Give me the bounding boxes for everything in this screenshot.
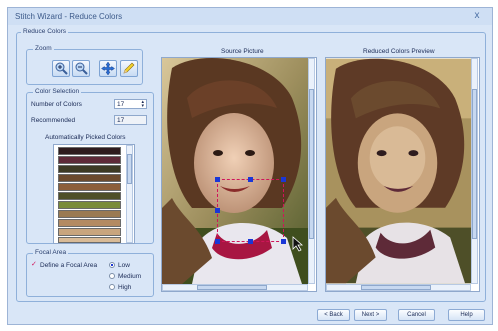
zoom-out-icon xyxy=(75,62,88,75)
number-of-colors-label: Number of Colors xyxy=(31,101,82,108)
source-photo xyxy=(162,58,308,284)
reduce-colors-label: Reduce Colors xyxy=(21,28,68,35)
color-swatch-4[interactable] xyxy=(58,174,121,182)
preview-vscroll-thumb[interactable] xyxy=(472,89,477,239)
focal-low-label[interactable]: Low xyxy=(118,262,130,269)
pencil-button[interactable] xyxy=(120,60,138,77)
title-bar: Stitch Wizard - Reduce Colors x xyxy=(8,8,492,25)
color-swatch-5[interactable] xyxy=(58,183,121,191)
source-vscroll-thumb[interactable] xyxy=(309,89,314,239)
focal-high-label[interactable]: High xyxy=(118,284,131,291)
define-focal-area-label[interactable]: Define a Focal Area xyxy=(40,262,97,269)
source-hscroll-thumb[interactable] xyxy=(197,285,267,290)
define-focal-area-checkbox[interactable]: ✓ xyxy=(31,261,38,268)
swatch-list-scroll-thumb[interactable] xyxy=(127,154,132,184)
pan-icon xyxy=(101,61,115,76)
preview-hscroll[interactable] xyxy=(326,284,471,291)
color-swatch-7[interactable] xyxy=(58,201,121,209)
next-button[interactable]: Next > xyxy=(354,309,387,321)
swatch-list[interactable] xyxy=(53,144,135,244)
focal-area-label: Focal Area xyxy=(33,249,69,256)
color-selection-label: Color Selection xyxy=(33,88,82,95)
color-swatch-9[interactable] xyxy=(58,219,121,227)
selection-handle-tl[interactable] xyxy=(215,177,220,182)
help-button[interactable]: Help xyxy=(448,309,485,321)
stitch-wizard-window: Stitch Wizard - Reduce Colors x Reduce C… xyxy=(7,7,493,325)
source-hscroll[interactable] xyxy=(162,284,308,291)
zoom-label: Zoom xyxy=(33,45,54,52)
zoom-in-button[interactable] xyxy=(52,60,70,77)
source-picture-panel[interactable] xyxy=(161,57,317,292)
recommended-value: 17 xyxy=(117,117,125,124)
preview-label: Reduced Colors Preview xyxy=(363,48,435,55)
color-swatch-11[interactable] xyxy=(58,237,121,243)
color-selection-group: Color Selection Number of Colors 17 ▴ ▾ R… xyxy=(26,88,154,244)
recommended-label: Recommended xyxy=(31,117,76,124)
source-picture-label: Source Picture xyxy=(221,48,264,55)
number-of-colors-value: 17 xyxy=(117,101,125,108)
pan-button[interactable] xyxy=(99,60,117,77)
zoom-group: Zoom xyxy=(26,45,143,85)
number-of-colors-spinner[interactable]: 17 ▴ ▾ xyxy=(114,99,147,109)
selection-handle-tr[interactable] xyxy=(281,177,286,182)
focal-medium-label[interactable]: Medium xyxy=(118,273,141,280)
cancel-button[interactable]: Cancel xyxy=(398,309,435,321)
focal-area-group: Focal Area ✓ Define a Focal Area Low Med… xyxy=(26,249,154,297)
recommended-field: 17 xyxy=(114,115,147,125)
zoom-out-button[interactable] xyxy=(72,60,90,77)
zoom-in-icon xyxy=(55,62,68,75)
close-icon[interactable]: x xyxy=(470,10,484,22)
auto-picked-label: Automatically Picked Colors xyxy=(45,134,126,141)
color-swatch-2[interactable] xyxy=(58,156,121,164)
swatch-list-scrollbar[interactable] xyxy=(126,145,133,243)
window-title: Stitch Wizard - Reduce Colors xyxy=(15,12,123,21)
source-vscroll[interactable] xyxy=(308,58,315,284)
mouse-cursor-icon xyxy=(292,236,304,252)
preview-photo xyxy=(326,58,471,284)
selection-handle-tm[interactable] xyxy=(248,177,253,182)
focal-medium-radio[interactable] xyxy=(109,273,115,279)
preview-hscroll-thumb[interactable] xyxy=(361,285,431,290)
spinner-arrows-icon[interactable]: ▴ ▾ xyxy=(141,100,144,109)
selection-handle-bl[interactable] xyxy=(215,239,220,244)
focal-low-radio[interactable] xyxy=(109,262,115,268)
selection-handle-br[interactable] xyxy=(281,239,286,244)
preview-vscroll[interactable] xyxy=(471,58,478,284)
pencil-icon xyxy=(123,62,135,74)
focal-high-radio[interactable] xyxy=(109,284,115,290)
back-button[interactable]: < Back xyxy=(317,309,350,321)
color-swatch-8[interactable] xyxy=(58,210,121,218)
focal-area-selection[interactable] xyxy=(215,177,286,244)
color-swatch-6[interactable] xyxy=(58,192,121,200)
color-swatch-1[interactable] xyxy=(58,147,121,155)
preview-panel[interactable] xyxy=(325,57,480,292)
selection-handle-bm[interactable] xyxy=(248,239,253,244)
selection-handle-ml[interactable] xyxy=(215,208,220,213)
color-swatch-3[interactable] xyxy=(58,165,121,173)
color-swatch-10[interactable] xyxy=(58,228,121,236)
